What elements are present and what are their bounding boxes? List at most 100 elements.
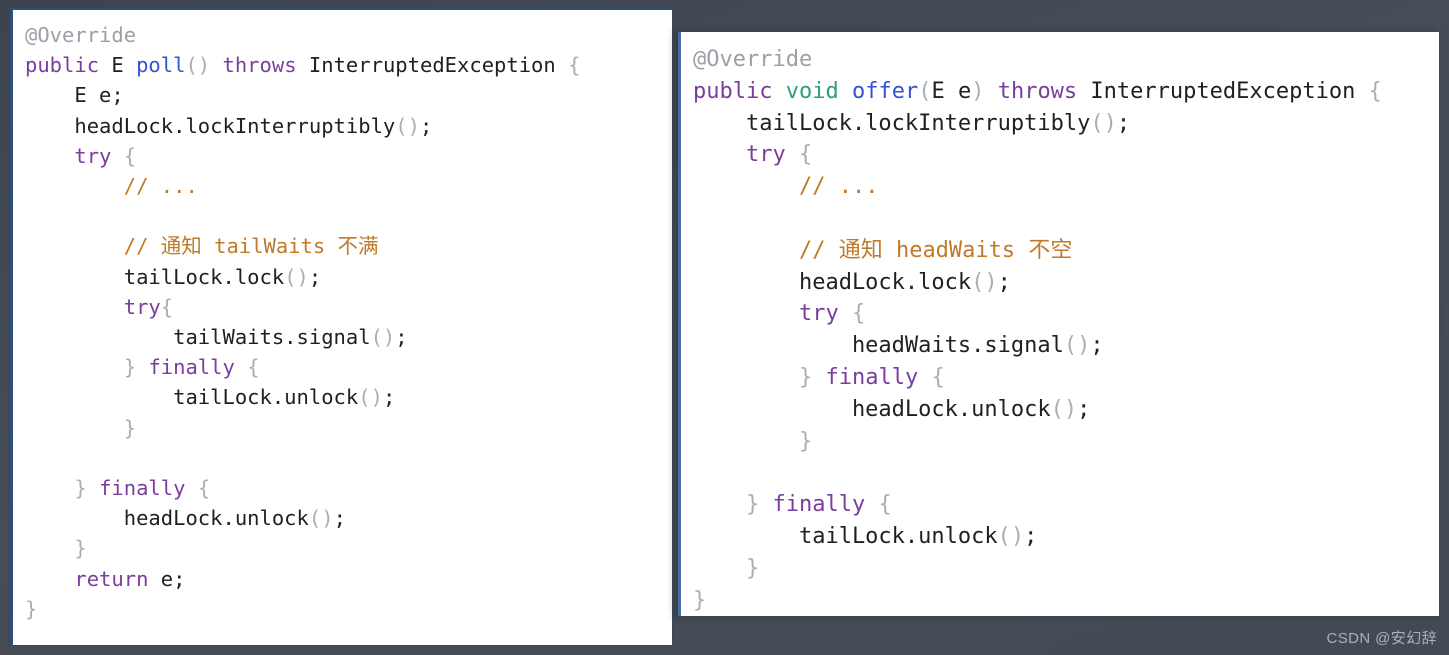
code-line: // ... (25, 174, 198, 198)
code-token-punct: () (1050, 396, 1078, 422)
code-token-punct: ) (971, 78, 985, 104)
code-token-punct: { (197, 476, 211, 501)
code-line: public E poll() throws InterruptedExcept… (25, 53, 580, 77)
code-line: tailLock.unlock(); (693, 524, 1037, 549)
code-token-method: poll (136, 53, 186, 78)
code-token-plain: ; (395, 325, 408, 350)
code-token-method: offer (851, 78, 919, 104)
code-token-punct: { (878, 492, 892, 518)
screenshot-root: @Override public E poll() throws Interru… (0, 0, 1449, 655)
code-line: } (25, 416, 136, 440)
code-line: @Override (25, 23, 136, 47)
code-token-plain: headLock.lock (693, 269, 972, 295)
code-token-punct: } (745, 555, 760, 581)
poll-code-text[interactable]: @Override public E poll() throws Interru… (13, 10, 672, 624)
code-token-plain: tailLock.lock (25, 264, 285, 289)
poll-code-panel[interactable]: @Override public E poll() throws Interru… (10, 8, 672, 645)
code-token-punct: () (308, 506, 334, 531)
code-line: // 通知 tailWaits 不满 (25, 234, 379, 258)
code-token-punct: } (123, 415, 137, 440)
code-token-punct: { (247, 355, 260, 380)
code-token-punct: { (931, 364, 945, 390)
code-token-kw: public (693, 78, 773, 104)
code-token-plain: headWaits.signal (693, 333, 1064, 359)
code-token-punct: } (74, 476, 87, 501)
code-token-punct: ( (918, 78, 932, 104)
code-token-punct: } (123, 355, 137, 380)
code-token-kw: try (74, 143, 112, 168)
code-token-punct: { (851, 301, 866, 327)
code-token-plain: tailLock.lockInterruptibly (693, 110, 1091, 136)
code-token-punct: () (185, 53, 211, 78)
code-token-punct: () (284, 264, 309, 289)
code-line: try{ (25, 295, 173, 319)
code-token-kw: public (25, 53, 100, 78)
code-token-punct: } (74, 536, 87, 561)
code-line: E e; (25, 83, 123, 107)
code-token-punct: } (745, 492, 760, 518)
code-token-plain: ; (419, 113, 433, 138)
code-line: tailLock.unlock(); (25, 385, 395, 409)
offer-code-panel[interactable]: @Override public void offer(E e) throws … (678, 32, 1439, 616)
code-line: } (25, 597, 37, 621)
code-token-kw: try (745, 142, 786, 168)
code-token-punct: () (1063, 333, 1091, 359)
code-token-kw: finally (148, 355, 235, 380)
code-line: public void offer(E e) throws Interrupte… (693, 79, 1382, 104)
offer-code-text[interactable]: @Override public void offer(E e) throws … (681, 32, 1439, 616)
code-token-plain: E e (931, 78, 972, 104)
code-token-plain: ; (1024, 523, 1038, 549)
code-token-comment: // 通知 tailWaits 不满 (123, 234, 379, 259)
code-token-punct: { (123, 143, 137, 168)
code-line: tailLock.lockInterruptibly(); (693, 111, 1130, 136)
code-token-plain: InterruptedException (1077, 78, 1369, 104)
code-token-plain: ; (382, 385, 396, 410)
code-line: tailLock.lock(); (25, 265, 321, 289)
code-line: headWaits.signal(); (693, 333, 1104, 358)
code-line: @Override (693, 47, 812, 72)
code-line: headLock.unlock(); (693, 397, 1090, 422)
code-token-anno: @Override (693, 47, 813, 72)
code-token-punct: () (997, 523, 1025, 549)
code-line: try { (693, 301, 865, 326)
code-token-plain: ; (1116, 110, 1131, 136)
code-line: // ... (693, 174, 878, 199)
code-line: } finally { (25, 476, 210, 500)
code-token-plain: headLock.unlock (25, 506, 309, 531)
code-line: // 通知 headWaits 不空 (693, 238, 1072, 263)
code-token-punct: } (798, 364, 813, 390)
code-line: } finally { (25, 355, 260, 379)
code-token-plain: ; (1090, 333, 1104, 359)
code-token-plain: E (111, 53, 124, 78)
code-token-plain: tailLock.unlock (25, 385, 359, 410)
code-token-punct: { (798, 142, 813, 168)
code-token-punct: () (1090, 110, 1117, 136)
code-line: headLock.lockInterruptibly(); (25, 114, 432, 138)
code-token-plain: ; (997, 269, 1011, 295)
code-line: tailWaits.signal(); (25, 325, 408, 349)
